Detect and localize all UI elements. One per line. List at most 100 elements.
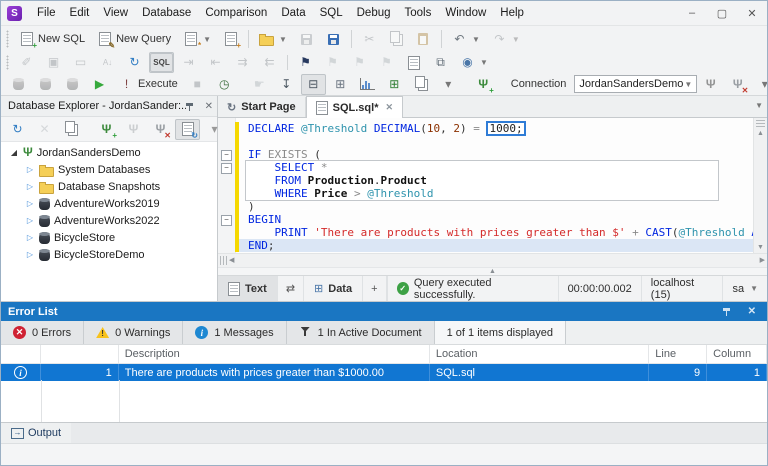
open-file-button[interactable]: ▼: [254, 29, 292, 50]
copy-button[interactable]: [384, 29, 409, 50]
new-sql-button[interactable]: +New SQL: [14, 29, 90, 50]
paste-button[interactable]: [411, 29, 436, 50]
menu-item-debug[interactable]: Debug: [350, 1, 398, 25]
detach-database-button[interactable]: [33, 74, 58, 95]
connection-combobox[interactable]: JordanSandersDemo▼: [574, 75, 697, 93]
fold-collapse-icon[interactable]: −: [221, 163, 232, 174]
query-history-button[interactable]: ◷: [212, 74, 237, 95]
indent-button[interactable]: ⇉: [230, 52, 255, 73]
scroll-up-icon[interactable]: ▲: [757, 129, 764, 139]
bookmark-toggle-button[interactable]: ⚑: [293, 52, 318, 73]
comment-button[interactable]: ⇥: [176, 52, 201, 73]
scroll-right-icon[interactable]: ▶: [760, 256, 765, 266]
tab-start-page[interactable]: ↻Start Page: [218, 97, 306, 117]
add-results-view-button[interactable]: ⊞: [382, 74, 407, 95]
refresh-button[interactable]: ↻: [5, 119, 30, 140]
splitter-grip[interactable]: [220, 256, 227, 265]
pivot-table-button[interactable]: ⊞: [328, 74, 353, 95]
chart-button[interactable]: [355, 74, 380, 95]
menu-item-tools[interactable]: Tools: [398, 1, 439, 25]
tree-item-database-snapshots[interactable]: ▷Database Snapshots: [1, 178, 217, 195]
attach-database-button[interactable]: [6, 74, 31, 95]
menu-item-help[interactable]: Help: [493, 1, 531, 25]
pin-icon[interactable]: [186, 103, 193, 106]
tab-sql-sql-[interactable]: SQL.sql*✕: [306, 96, 403, 118]
save-all-button[interactable]: [321, 29, 346, 50]
menu-item-window[interactable]: Window: [438, 1, 493, 25]
new-connection-button[interactable]: Ψ+: [94, 119, 119, 140]
menu-item-data[interactable]: Data: [274, 1, 312, 25]
bookmark-next-button[interactable]: ⚑: [347, 52, 372, 73]
tree-collapsed-icon[interactable]: ▷: [25, 182, 35, 191]
vertical-scrollbar[interactable]: ▲ ▼: [753, 118, 767, 253]
disconnect-button[interactable]: Ψ✕: [725, 74, 750, 95]
close-button[interactable]: ✕: [737, 1, 767, 25]
status-user[interactable]: sa▼: [722, 276, 767, 301]
dependencies-button[interactable]: ⧉: [428, 52, 453, 73]
new-from-template-button[interactable]: +: [218, 29, 243, 50]
new-connection-button[interactable]: Ψ+: [471, 74, 496, 95]
connect-button[interactable]: Ψ: [698, 74, 723, 95]
column-header-Description[interactable]: Description: [119, 345, 430, 363]
tree-item-bicyclestore[interactable]: ▷BicycleStore: [1, 229, 217, 246]
maximize-button[interactable]: ▢: [707, 1, 737, 25]
results-collapse-splitter[interactable]: ▲: [218, 267, 767, 275]
duplicate-button[interactable]: [59, 119, 84, 140]
collapse-arrow-icon[interactable]: ▲: [489, 269, 496, 275]
menu-item-comparison[interactable]: Comparison: [198, 1, 274, 25]
uncomment-button[interactable]: ⇤: [203, 52, 228, 73]
query-profiler-button[interactable]: ↧: [274, 74, 299, 95]
new-window-button[interactable]: [409, 74, 434, 95]
filter-warnings-button[interactable]: !0 Warnings: [84, 321, 183, 344]
tab-data[interactable]: ⊞ Data: [304, 276, 363, 301]
minimize-button[interactable]: –: [677, 1, 707, 25]
swap-view-button[interactable]: ⇄: [278, 276, 304, 301]
run-button[interactable]: ▶: [87, 74, 112, 95]
execute-button[interactable]: !Execute: [114, 74, 183, 95]
scroll-down-icon[interactable]: ▼: [757, 243, 764, 253]
stop-button[interactable]: ■: [185, 74, 210, 95]
cut-button[interactable]: ✂: [357, 29, 382, 50]
snapshot-button[interactable]: ▣: [41, 52, 66, 73]
tree-collapsed-icon[interactable]: ▷: [25, 199, 35, 208]
menu-item-edit[interactable]: Edit: [63, 1, 97, 25]
toolbar-grip[interactable]: [3, 55, 11, 70]
code-editor[interactable]: DECLARE @Threshold DECIMAL(10, 2) = 1000…: [218, 118, 753, 253]
document-outline-button[interactable]: [401, 52, 426, 73]
insert-snippet-button[interactable]: ✐: [14, 52, 39, 73]
tree-expanded-icon[interactable]: ◢: [9, 148, 19, 157]
tree-item-system-databases[interactable]: ▷System Databases: [1, 161, 217, 178]
menu-item-database[interactable]: Database: [135, 1, 198, 25]
pin-icon[interactable]: [723, 308, 730, 311]
bookmark-prev-button[interactable]: ⚑: [320, 52, 345, 73]
save-button[interactable]: [294, 29, 319, 50]
add-view-button[interactable]: +: [363, 276, 386, 301]
tree-collapsed-icon[interactable]: ▷: [25, 233, 35, 242]
error-list-row[interactable]: i1There are products with prices greater…: [1, 364, 767, 381]
tree-collapsed-icon[interactable]: ▷: [25, 250, 35, 259]
disconnect-button[interactable]: Ψ✕: [148, 119, 173, 140]
sort-lines-button[interactable]: A↓: [95, 52, 120, 73]
delete-button[interactable]: ✕: [32, 119, 57, 140]
tree-item-bicyclestoredemo[interactable]: ▷BicycleStoreDemo: [1, 246, 217, 263]
menu-item-sql[interactable]: SQL: [313, 1, 350, 25]
new-document-button[interactable]: *▼: [178, 29, 216, 50]
toolbar-options-button[interactable]: ▾: [436, 74, 461, 95]
refresh-object-button[interactable]: ↻: [175, 119, 200, 140]
tree-item-jordansandersdemo[interactable]: ◢ΨJordanSandersDemo: [1, 144, 217, 161]
tree-item-adventureworks2019[interactable]: ▷AdventureWorks2019: [1, 195, 217, 212]
filter-errors-button[interactable]: ✕0 Errors: [1, 321, 84, 344]
column-header-Line[interactable]: Line: [649, 345, 707, 363]
close-icon[interactable]: ✕: [748, 306, 756, 317]
tree-collapsed-icon[interactable]: ▷: [25, 165, 35, 174]
tab-output[interactable]: → Output: [1, 423, 71, 443]
format-sql-button[interactable]: SQL: [149, 52, 174, 73]
column-header-Column[interactable]: Column: [707, 345, 767, 363]
close-icon[interactable]: ✕: [385, 102, 393, 113]
toolbar-grip[interactable]: [3, 30, 11, 48]
scroll-left-icon[interactable]: ◀: [229, 256, 234, 266]
debug-options-button[interactable]: ◉▼: [455, 52, 493, 73]
refresh-code-completion-button[interactable]: ↻: [122, 52, 147, 73]
column-header-Location[interactable]: Location: [430, 345, 649, 363]
tree-collapsed-icon[interactable]: ▷: [25, 216, 35, 225]
